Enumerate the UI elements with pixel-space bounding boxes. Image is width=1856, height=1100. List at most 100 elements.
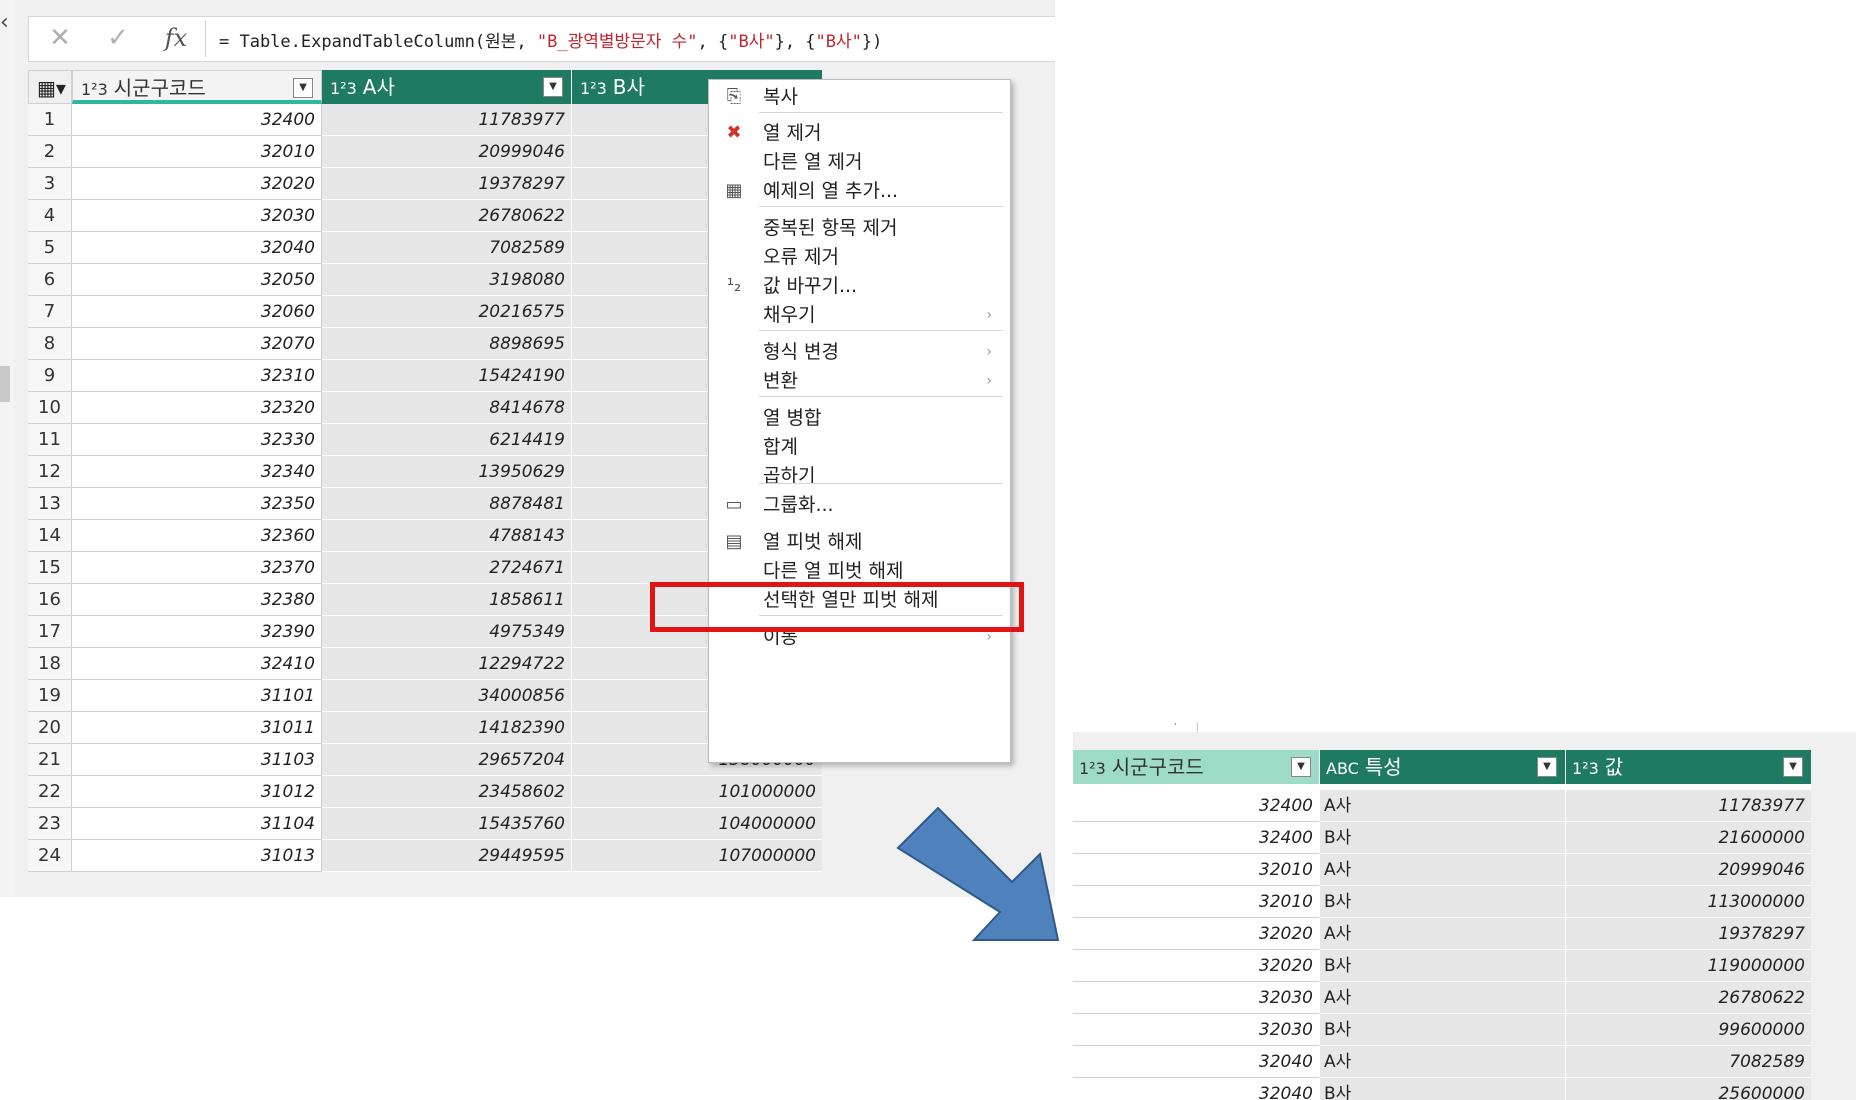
cell-code[interactable]: 32030 bbox=[1073, 1014, 1319, 1046]
cell-code[interactable]: 32040 bbox=[72, 232, 322, 264]
filter-dropdown-icon[interactable]: ▼ bbox=[293, 78, 313, 98]
cell-code[interactable]: 32010 bbox=[1073, 886, 1319, 918]
cell-attribute[interactable]: B사 bbox=[1319, 886, 1565, 918]
number-type-icon[interactable]: 1²3 bbox=[1079, 759, 1106, 778]
table-row[interactable]: 6 32050 3198080 bbox=[28, 264, 822, 296]
number-type-icon[interactable]: 1²3 bbox=[330, 79, 357, 98]
table-row[interactable]: 12 32340 13950629 bbox=[28, 456, 822, 488]
cell-value[interactable]: 26780622 bbox=[1565, 982, 1811, 1014]
number-type-icon[interactable]: 1²3 bbox=[81, 80, 108, 99]
table-row[interactable]: 10 32320 8414678 bbox=[28, 392, 822, 424]
row-number[interactable]: 14 bbox=[28, 520, 72, 552]
table-row[interactable]: 32010 B사 113000000 bbox=[1073, 886, 1811, 918]
fx-icon[interactable]: fx bbox=[159, 23, 193, 53]
menu-item[interactable]: ▭ 그룹화... bbox=[709, 488, 1010, 522]
cell-a[interactable]: 13950629 bbox=[322, 456, 572, 488]
table-row[interactable]: 1 32400 11783977 bbox=[28, 104, 822, 136]
row-number[interactable]: 1 bbox=[28, 104, 72, 136]
cell-a[interactable]: 12294722 bbox=[322, 648, 572, 680]
text-type-icon[interactable]: ABC bbox=[1326, 759, 1359, 778]
cell-code[interactable]: 31104 bbox=[72, 808, 322, 840]
cell-code[interactable]: 32390 bbox=[72, 616, 322, 648]
row-number[interactable]: 22 bbox=[28, 776, 72, 808]
menu-item[interactable]: 변환 › bbox=[709, 364, 1010, 398]
row-number[interactable]: 8 bbox=[28, 328, 72, 360]
cell-code[interactable]: 31103 bbox=[72, 744, 322, 776]
table-row[interactable]: 13 32350 8878481 bbox=[28, 488, 822, 520]
cell-attribute[interactable]: A사 bbox=[1319, 982, 1565, 1014]
cell-attribute[interactable]: B사 bbox=[1319, 1014, 1565, 1046]
table-row[interactable]: 9 32310 15424190 bbox=[28, 360, 822, 392]
table-row[interactable]: 5 32040 7082589 bbox=[28, 232, 822, 264]
table-row[interactable]: 24 31013 29449595 107000000 bbox=[28, 840, 822, 872]
row-number[interactable]: 24 bbox=[28, 840, 72, 872]
cell-a[interactable]: 6214419 bbox=[322, 424, 572, 456]
table-row[interactable]: 20 31011 14182390 bbox=[28, 712, 822, 744]
table-row[interactable]: 7 32060 20216575 bbox=[28, 296, 822, 328]
table-row[interactable]: 3 32020 19378297 bbox=[28, 168, 822, 200]
cell-value[interactable]: 20999046 bbox=[1565, 854, 1811, 886]
table-row[interactable]: 32400 A사 11783977 bbox=[1073, 790, 1811, 822]
table-row[interactable]: 15 32370 2724671 bbox=[28, 552, 822, 584]
row-number[interactable]: 6 bbox=[28, 264, 72, 296]
cell-a[interactable]: 23458602 bbox=[322, 776, 572, 808]
cell-a[interactable]: 19378297 bbox=[322, 168, 572, 200]
table-menu-icon[interactable]: ▦▾ bbox=[28, 70, 72, 104]
cell-value[interactable]: 113000000 bbox=[1565, 886, 1811, 918]
table-row[interactable]: 23 31104 15435760 104000000 bbox=[28, 808, 822, 840]
cell-code[interactable]: 32020 bbox=[72, 168, 322, 200]
cell-code[interactable]: 31101 bbox=[72, 680, 322, 712]
cell-value[interactable]: 99600000 bbox=[1565, 1014, 1811, 1046]
cell-code[interactable]: 32020 bbox=[1073, 950, 1319, 982]
cell-code[interactable]: 32310 bbox=[72, 360, 322, 392]
cell-attribute[interactable]: A사 bbox=[1319, 790, 1565, 822]
cell-b[interactable]: 101000000 bbox=[572, 776, 822, 808]
cell-b[interactable]: 104000000 bbox=[572, 808, 822, 840]
table-row[interactable]: 32030 B사 99600000 bbox=[1073, 1014, 1811, 1046]
result-header-code[interactable]: 1²3 시군구코드 ▼ bbox=[1073, 750, 1319, 784]
cell-code[interactable]: 31012 bbox=[72, 776, 322, 808]
cell-a[interactable]: 15435760 bbox=[322, 808, 572, 840]
table-row[interactable]: 4 32030 26780622 bbox=[28, 200, 822, 232]
cell-code[interactable]: 32030 bbox=[1073, 982, 1319, 1014]
check-icon[interactable]: ✓ bbox=[101, 23, 135, 53]
row-number[interactable]: 9 bbox=[28, 360, 72, 392]
cell-code[interactable]: 32400 bbox=[1073, 822, 1319, 854]
cell-code[interactable]: 32340 bbox=[72, 456, 322, 488]
table-row[interactable]: 19 31101 34000856 bbox=[28, 680, 822, 712]
row-number[interactable]: 3 bbox=[28, 168, 72, 200]
cell-a[interactable]: 7082589 bbox=[322, 232, 572, 264]
column-header-a[interactable]: 1²3 A사 ▼ bbox=[322, 70, 572, 104]
number-type-icon[interactable]: 1²3 bbox=[580, 79, 607, 98]
table-row[interactable]: 22 31012 23458602 101000000 bbox=[28, 776, 822, 808]
cell-a[interactable]: 15424190 bbox=[322, 360, 572, 392]
cell-a[interactable]: 2724671 bbox=[322, 552, 572, 584]
cell-a[interactable]: 4975349 bbox=[322, 616, 572, 648]
table-row[interactable]: 213110329657204138000000 bbox=[28, 744, 822, 776]
menu-item[interactable]: 채우기 › bbox=[709, 298, 1010, 332]
table-row[interactable]: 32040 B사 25600000 bbox=[1073, 1078, 1811, 1100]
row-number[interactable]: 4 bbox=[28, 200, 72, 232]
number-type-icon[interactable]: 1²3 bbox=[1572, 759, 1599, 778]
cell-a[interactable]: 11783977 bbox=[322, 104, 572, 136]
row-number[interactable]: 12 bbox=[28, 456, 72, 488]
cell-a[interactable]: 20999046 bbox=[322, 136, 572, 168]
cell-a[interactable]: 14182390 bbox=[322, 712, 572, 744]
cell-code[interactable]: 32320 bbox=[72, 392, 322, 424]
result-header-attribute[interactable]: ABC 특성 ▼ bbox=[1319, 750, 1565, 784]
cell-code[interactable]: 32070 bbox=[72, 328, 322, 360]
cell-a[interactable]: 20216575 bbox=[322, 296, 572, 328]
menu-item[interactable]: ▦ 예제의 열 추가... bbox=[709, 174, 1010, 208]
cell-code[interactable]: 32350 bbox=[72, 488, 322, 520]
row-number[interactable]: 2 bbox=[28, 136, 72, 168]
result-header-value[interactable]: 1²3 값 ▼ bbox=[1565, 750, 1811, 784]
cell-a[interactable]: 29449595 bbox=[322, 840, 572, 872]
row-number[interactable]: 5 bbox=[28, 232, 72, 264]
scrollbar[interactable] bbox=[0, 366, 10, 402]
column-header-code[interactable]: 1²3 시군구코드 ▼ bbox=[72, 70, 322, 104]
cell-code[interactable]: 32410 bbox=[72, 648, 322, 680]
cell-code[interactable]: 32010 bbox=[72, 136, 322, 168]
cell-code[interactable]: 32330 bbox=[72, 424, 322, 456]
cell-code[interactable]: 32060 bbox=[72, 296, 322, 328]
cell-a[interactable]: 4788143 bbox=[322, 520, 572, 552]
